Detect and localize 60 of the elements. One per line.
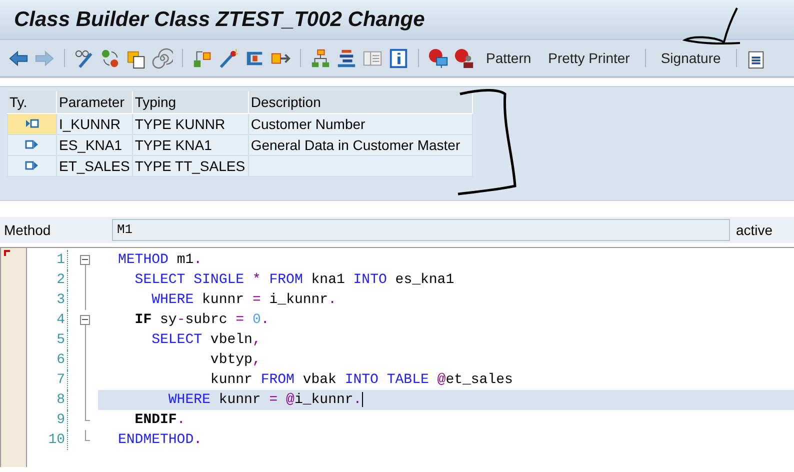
line-number: 10	[27, 430, 68, 450]
signature-button[interactable]: Signature	[654, 50, 727, 66]
table-cell: I_KUNNR	[56, 113, 132, 134]
window-title: Class Builder Class ZTEST_T002 Change	[14, 8, 425, 32]
circle-arrows-icon	[100, 48, 121, 68]
importing-parameter-icon	[25, 118, 39, 128]
code-line: ENDMETHOD.	[117, 431, 204, 450]
table-cell: TYPE TT_SALES	[132, 155, 248, 176]
row-selector[interactable]	[8, 134, 56, 155]
column-header[interactable]: Ty.	[8, 91, 56, 113]
info-icon	[388, 48, 409, 68]
collapse-icon[interactable]	[80, 255, 90, 265]
glasses-pencil-icon	[74, 48, 95, 68]
line-number: 2	[27, 270, 68, 290]
exporting-parameter-icon	[25, 138, 39, 150]
code-line: METHOD m1.	[117, 251, 204, 270]
collapse-icon[interactable]	[80, 315, 90, 325]
info-button[interactable]	[388, 46, 409, 70]
code-line: SELECT SINGLE * FROM kna1 INTO es_kna1	[134, 271, 456, 290]
table-cell: General Data in Customer Master	[248, 134, 472, 155]
code-line: ENDIF.	[134, 411, 186, 430]
pattern-button[interactable]: Pattern	[480, 50, 538, 66]
line-number: 9	[27, 410, 68, 430]
line-number: 7	[27, 370, 68, 390]
line-number: 1	[27, 250, 68, 270]
row-selector[interactable]	[8, 113, 56, 134]
table-cell: TYPE KUNNR	[132, 113, 248, 134]
line-number: 5	[27, 330, 68, 350]
exporting-parameter-icon	[25, 160, 39, 170]
table-cell: TYPE KNA1	[132, 134, 248, 155]
table-cell: Customer Number	[248, 113, 472, 134]
status-text: active	[735, 222, 773, 238]
wand-icon	[218, 48, 239, 68]
stack-icon	[336, 48, 357, 68]
code-line: vbtyp,	[209, 351, 262, 370]
stop-monitor-button[interactable]	[428, 46, 449, 70]
line-number: 3	[27, 290, 68, 310]
wand-button[interactable]	[218, 46, 239, 70]
org-chart-icon	[310, 48, 331, 68]
code-line: IF sy-subrc = 0.	[134, 311, 270, 330]
line-number: 4	[27, 310, 68, 330]
column-header[interactable]: Description	[248, 91, 472, 113]
code-line: kunnr FROM vbak INTO TABLE @et_sales	[209, 371, 514, 390]
column-header[interactable]: Parameter	[56, 91, 132, 113]
method-field[interactable]: M1	[112, 219, 730, 241]
code-line: WHERE kunnr = i_kunnr.	[150, 291, 338, 310]
method-label: Method	[3, 222, 52, 238]
stop-person-button[interactable]	[454, 46, 475, 70]
table-cell: ET_SALES	[56, 155, 132, 176]
row-selector[interactable]	[8, 155, 56, 176]
spiral-button[interactable]	[152, 46, 173, 70]
column-header[interactable]: Typing	[132, 91, 248, 113]
line-number: 8	[27, 390, 68, 410]
pretty-printer-button[interactable]: Pretty Printer	[542, 50, 636, 66]
code-line: SELECT vbeln,	[150, 331, 262, 350]
stop-monitor-icon	[428, 48, 449, 68]
stop-person-icon	[454, 48, 475, 68]
spiral-icon	[152, 48, 173, 68]
table-cell: ES_KNA1	[56, 134, 132, 155]
line-number: 6	[27, 350, 68, 370]
